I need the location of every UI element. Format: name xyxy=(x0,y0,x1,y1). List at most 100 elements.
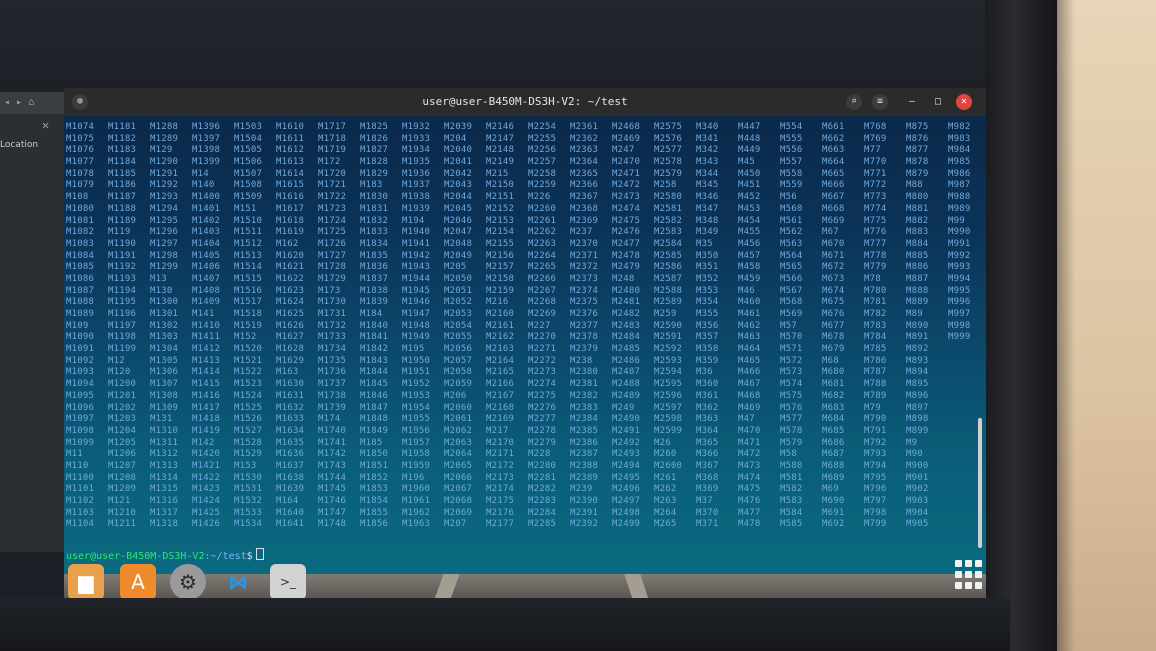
output-entry: M1086 xyxy=(66,273,95,284)
output-entry: M56 xyxy=(780,192,797,203)
output-entry: M462 xyxy=(738,320,761,331)
output-entry: M238 xyxy=(570,355,593,366)
output-entry: M1639 xyxy=(276,484,305,495)
maximize-icon[interactable]: □ xyxy=(930,94,946,110)
output-entry: M215 xyxy=(486,168,509,179)
output-entry: M575 xyxy=(780,390,803,401)
output-entry: M1631 xyxy=(276,390,305,401)
output-entry: M2475 xyxy=(612,215,641,226)
output-entry: M1950 xyxy=(402,355,431,366)
output-entry: M1409 xyxy=(192,297,221,308)
output-entry: M2576 xyxy=(654,133,683,144)
output-entry: M2150 xyxy=(486,180,515,191)
hamburger-menu-icon[interactable]: ≡ xyxy=(872,94,888,110)
output-entry: M1938 xyxy=(402,192,431,203)
output-entry: M2060 xyxy=(444,402,473,413)
output-entry: M2473 xyxy=(612,192,641,203)
output-entry: M1197 xyxy=(108,320,137,331)
output-entry: M1317 xyxy=(150,507,179,518)
output-entry: M1826 xyxy=(360,133,389,144)
terminal-scrollbar[interactable] xyxy=(978,418,982,548)
output-entry: M2377 xyxy=(570,320,599,331)
output-entry: M1963 xyxy=(402,519,431,530)
output-entry: M359 xyxy=(696,355,719,366)
output-entry: M1739 xyxy=(318,402,347,413)
output-entry: M35 xyxy=(696,238,713,249)
output-entry: M1505 xyxy=(234,145,263,156)
output-entry: M2279 xyxy=(528,437,557,448)
minimize-icon[interactable]: – xyxy=(904,94,920,110)
output-entry: M1510 xyxy=(234,215,263,226)
output-entry: M2470 xyxy=(612,157,641,168)
output-entry: M1309 xyxy=(150,402,179,413)
output-entry xyxy=(948,379,986,391)
close-icon[interactable]: ✕ xyxy=(956,94,972,110)
output-entry: M1206 xyxy=(108,449,137,460)
output-entry: M355 xyxy=(696,309,719,319)
output-entry: M1207 xyxy=(108,460,137,471)
output-entry: M1413 xyxy=(192,355,221,366)
output-entry: M1209 xyxy=(108,484,137,495)
output-entry: M1635 xyxy=(276,437,305,448)
output-entry: M780 xyxy=(864,285,887,296)
search-icon[interactable]: ⌕ xyxy=(846,94,862,110)
output-entry: M2490 xyxy=(612,414,641,425)
output-entry: M2595 xyxy=(654,379,683,390)
output-entry: M2486 xyxy=(612,355,641,366)
output-entry: M994 xyxy=(948,273,971,284)
output-entry: M783 xyxy=(864,320,887,331)
output-entry: M1407 xyxy=(192,273,221,284)
terminal-icon[interactable]: >_ xyxy=(270,564,306,600)
output-entry: M2157 xyxy=(486,262,515,273)
output-entry: M471 xyxy=(738,437,761,448)
output-entry: M785 xyxy=(864,344,887,355)
output-entry: M1094 xyxy=(66,379,95,390)
output-entry: M2152 xyxy=(486,203,515,214)
output-entry: M2365 xyxy=(570,168,599,179)
output-entry: M1724 xyxy=(318,215,347,226)
background-file-window[interactable]: ◂ ▸ ⌂ ✕ Location xyxy=(0,92,64,552)
background-window-titlebar[interactable]: ◂ ▸ ⌂ xyxy=(0,92,64,114)
output-entry: M1507 xyxy=(234,168,263,179)
output-entry: M572 xyxy=(780,355,803,366)
terminal-output: M1074 M1181 M1288 M1396 M1503 M1610 M1717 M1825… xyxy=(66,122,986,531)
output-entry: M1534 xyxy=(234,519,263,530)
vscode-icon[interactable]: ⋈ xyxy=(220,564,256,600)
output-entry: M248 xyxy=(612,273,635,284)
output-entry: M686 xyxy=(822,437,845,448)
output-entry: M350 xyxy=(696,250,719,261)
output-entry: M995 xyxy=(948,285,971,296)
monitor-bezel-bottom xyxy=(0,598,1010,651)
close-icon[interactable]: ✕ xyxy=(42,118,49,132)
terminal-window[interactable]: ⊕ user@user-B450M-DS3H-V2: ~/test ⌕ ≡ – … xyxy=(64,88,986,574)
output-entry: M578 xyxy=(780,425,803,436)
output-entry: M883 xyxy=(906,227,929,238)
output-entry: M2476 xyxy=(612,227,641,238)
output-entry: M216 xyxy=(486,297,509,308)
output-entry: M1936 xyxy=(402,168,431,179)
output-entry: M474 xyxy=(738,472,761,483)
output-entry: M348 xyxy=(696,215,719,226)
output-entry: M1503 xyxy=(234,122,263,132)
output-entry: M1308 xyxy=(150,390,179,401)
output-entry: M2061 xyxy=(444,414,473,425)
terminal-titlebar[interactable]: ⊕ user@user-B450M-DS3H-V2: ~/test ⌕ ≡ – … xyxy=(64,88,986,116)
output-entry: M457 xyxy=(738,250,761,261)
app-store-icon[interactable]: A xyxy=(120,564,156,600)
settings-icon[interactable]: ⚙ xyxy=(170,564,206,600)
output-entry: M2276 xyxy=(528,402,557,413)
output-entry: M447 xyxy=(738,122,761,132)
output-entry: M2370 xyxy=(570,238,599,249)
output-entry: M1962 xyxy=(402,507,431,518)
output-entry: M1944 xyxy=(402,273,431,284)
output-entry: M2596 xyxy=(654,390,683,401)
show-applications-grid-icon[interactable] xyxy=(952,557,988,593)
output-entry: M1843 xyxy=(360,355,389,366)
output-entry: M1511 xyxy=(234,227,263,238)
output-entry: M790 xyxy=(864,414,887,425)
files-icon[interactable]: ▆ xyxy=(68,564,104,600)
output-entry: M1292 xyxy=(150,180,179,191)
output-entry: M2266 xyxy=(528,273,557,284)
output-entry: M690 xyxy=(822,496,845,506)
output-entry: M1948 xyxy=(402,320,431,331)
